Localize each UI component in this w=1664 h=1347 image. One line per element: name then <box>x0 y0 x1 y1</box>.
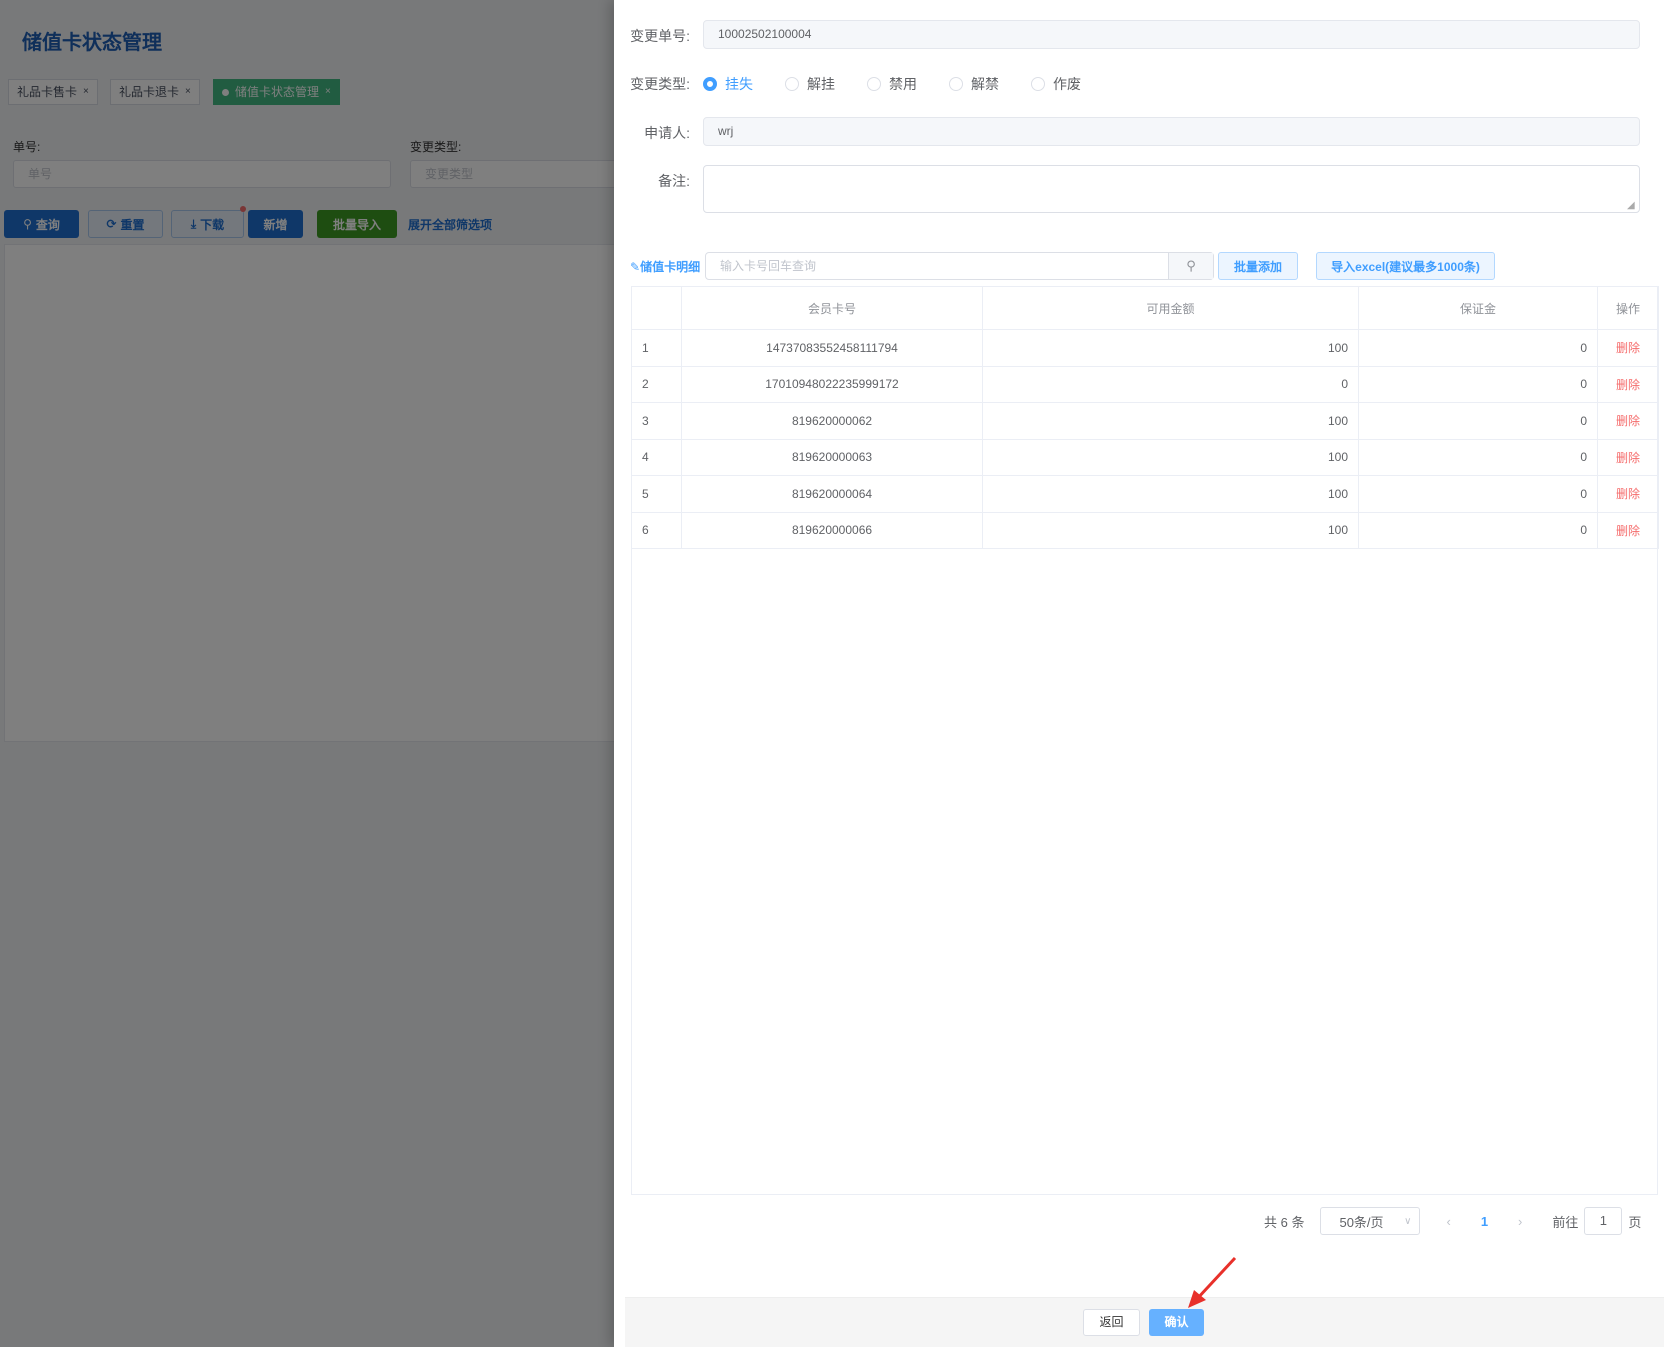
batch-add-button[interactable]: 批量添加 <box>1218 252 1298 280</box>
radio-label: 作废 <box>1053 76 1081 92</box>
deposit: 0 <box>1358 475 1598 513</box>
col-deposit: 保证金 <box>1358 286 1598 330</box>
delete-link[interactable]: 删除 <box>1597 402 1659 440</box>
card-number: 819620000063 <box>681 438 983 476</box>
change-no-input[interactable]: 10002502100004 <box>703 20 1640 49</box>
resize-handle-icon[interactable]: ◢ <box>1627 200 1635 211</box>
available-amount: 100 <box>982 475 1359 513</box>
row-index: 3 <box>631 402 682 440</box>
row-index: 5 <box>631 475 682 513</box>
goto-label: 前往 <box>1552 1214 1579 1230</box>
deposit: 0 <box>1358 365 1598 403</box>
radio-icon <box>1031 77 1045 91</box>
table-header: 会员卡号 可用金额 保证金 操作 <box>631 286 1659 330</box>
table-row: 1 14737083552458111794 100 0 删除 <box>631 329 1659 367</box>
red-arrow-annotation <box>1188 1256 1237 1308</box>
detail-label: 储值卡明细 <box>640 260 701 274</box>
edit-icon: ✎ <box>630 260 641 274</box>
radio-icon <box>867 77 881 91</box>
delete-link[interactable]: 删除 <box>1597 511 1659 549</box>
card-search-box: 输入卡号回车查询 ⚲ <box>705 252 1214 280</box>
card-number: 819620000066 <box>681 511 983 549</box>
confirm-button[interactable]: 确认 <box>1149 1309 1204 1336</box>
radio-label: 解禁 <box>971 76 999 92</box>
table-row: 5 819620000064 100 0 删除 <box>631 475 1659 513</box>
card-number: 17010948022235999172 <box>681 365 983 403</box>
radio-unfreeze-loss[interactable]: 解挂 <box>785 74 835 94</box>
search-icon[interactable]: ⚲ <box>1168 253 1213 279</box>
delete-link[interactable]: 删除 <box>1597 329 1659 367</box>
table-row: 6 819620000066 100 0 删除 <box>631 511 1659 549</box>
row-index: 4 <box>631 438 682 476</box>
available-amount: 100 <box>982 329 1359 367</box>
change-no-label: 变更单号: <box>630 28 690 44</box>
col-index <box>631 286 682 330</box>
radio-void[interactable]: 作废 <box>1031 74 1081 94</box>
col-amount: 可用金额 <box>982 286 1359 330</box>
available-amount: 100 <box>982 511 1359 549</box>
delete-link[interactable]: 删除 <box>1597 438 1659 476</box>
radio-icon <box>949 77 963 91</box>
pagination: 共 6 条 50条/页 ∨ ‹ 1 › 前往 1 页 <box>1264 1207 1641 1235</box>
row-index: 6 <box>631 511 682 549</box>
radio-enable[interactable]: 解禁 <box>949 74 999 94</box>
row-index: 1 <box>631 329 682 367</box>
delete-link[interactable]: 删除 <box>1597 365 1659 403</box>
remark-label: 备注: <box>658 173 690 189</box>
deposit: 0 <box>1358 329 1598 367</box>
deposit: 0 <box>1358 511 1598 549</box>
total-count: 共 6 条 <box>1264 1214 1305 1230</box>
deposit: 0 <box>1358 438 1598 476</box>
page-size-value: 50条/页 <box>1339 1214 1384 1230</box>
card-number: 819620000064 <box>681 475 983 513</box>
import-excel-button[interactable]: 导入excel(建议最多1000条) <box>1316 252 1495 280</box>
back-button[interactable]: 返回 <box>1083 1309 1140 1336</box>
available-amount: 0 <box>982 365 1359 403</box>
radio-icon <box>785 77 799 91</box>
prev-page-icon[interactable]: ‹ <box>1446 1214 1450 1229</box>
col-actions: 操作 <box>1597 286 1659 330</box>
available-amount: 100 <box>982 438 1359 476</box>
applicant-input: wrj <box>703 117 1640 146</box>
page-suffix: 页 <box>1628 1214 1642 1230</box>
change-type-label: 变更类型: <box>630 76 690 92</box>
table-row: 4 819620000063 100 0 删除 <box>631 438 1659 476</box>
status-change-drawer: 变更单号: 10002502100004 变更类型: 挂失 解挂 禁用 解禁 作… <box>614 0 1664 1347</box>
chevron-down-icon: ∨ <box>1404 1215 1412 1227</box>
delete-link[interactable]: 删除 <box>1597 475 1659 513</box>
radio-icon <box>703 77 717 91</box>
table-row: 3 819620000062 100 0 删除 <box>631 402 1659 440</box>
table-row: 2 17010948022235999172 0 0 删除 <box>631 365 1659 403</box>
detail-section-title: ✎储值卡明细 <box>630 258 700 275</box>
deposit: 0 <box>1358 402 1598 440</box>
card-number: 14737083552458111794 <box>681 329 983 367</box>
radio-label: 挂失 <box>725 76 753 92</box>
radio-report-loss[interactable]: 挂失 <box>703 74 753 94</box>
card-number: 819620000062 <box>681 402 983 440</box>
col-card-no: 会员卡号 <box>681 286 983 330</box>
applicant-label: 申请人: <box>644 125 690 141</box>
available-amount: 100 <box>982 402 1359 440</box>
radio-label: 禁用 <box>889 76 917 92</box>
remark-textarea[interactable] <box>703 165 1640 213</box>
next-page-icon[interactable]: › <box>1518 1214 1522 1229</box>
drawer-footer <box>625 1297 1664 1347</box>
card-search-input[interactable]: 输入卡号回车查询 <box>706 253 1168 279</box>
row-index: 2 <box>631 365 682 403</box>
radio-disable[interactable]: 禁用 <box>867 74 917 94</box>
card-table: 会员卡号 可用金额 保证金 操作 1 14737083552458111794 10… <box>631 286 1659 1195</box>
page-size-select[interactable]: 50条/页 ∨ <box>1320 1207 1421 1235</box>
goto-page-input[interactable]: 1 <box>1584 1207 1623 1235</box>
page-1[interactable]: 1 <box>1481 1214 1488 1229</box>
radio-label: 解挂 <box>807 76 835 92</box>
